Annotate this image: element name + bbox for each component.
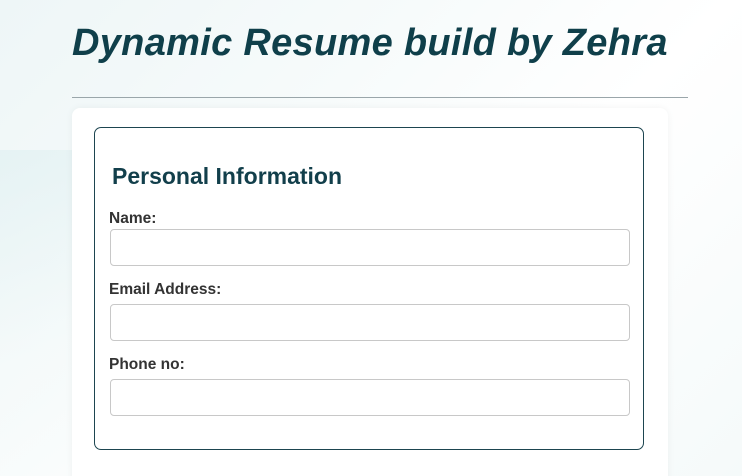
title-divider: [72, 97, 688, 98]
email-label: Email Address:: [109, 281, 222, 298]
phone-label: Phone no:: [109, 356, 185, 373]
phone-input[interactable]: [110, 379, 630, 416]
personal-information-section: Personal Information Name: Email Address…: [94, 127, 644, 450]
resume-form-card: Personal Information Name: Email Address…: [72, 108, 668, 476]
section-heading: Personal Information: [112, 163, 343, 189]
name-label: Name:: [109, 210, 157, 227]
email-input[interactable]: [110, 304, 630, 341]
page-title: Dynamic Resume build by Zehra: [72, 22, 668, 64]
name-input[interactable]: [110, 229, 630, 266]
